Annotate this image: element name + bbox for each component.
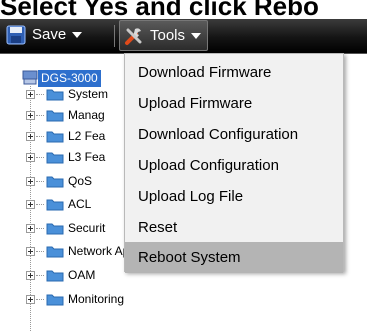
folder-icon [46,176,64,188]
folder-icon [46,246,64,258]
tools-dropdown-menu: Download Firmware Upload Firmware Downlo… [124,53,344,273]
expand-icon[interactable] [26,223,35,233]
folder-icon [46,223,64,235]
tools-label: Tools [150,27,186,44]
tree-item-label: Securit [68,221,106,235]
expand-icon[interactable] [26,131,35,141]
tree-item-monitoring[interactable]: Monitoring [0,288,367,310]
tree-item-label: QoS [68,174,93,188]
expand-icon[interactable] [26,110,35,120]
chevron-down-icon [72,31,83,38]
menu-item-reboot-system[interactable]: Reboot System [125,242,343,273]
folder-icon [46,294,64,306]
tools-button[interactable]: Tools [119,20,209,51]
expand-icon[interactable] [26,246,35,256]
expand-icon[interactable] [26,152,35,162]
expand-icon[interactable] [26,199,35,209]
expand-icon[interactable] [26,270,35,280]
save-button[interactable]: Save [6,21,83,48]
toolbar-separator [114,25,115,47]
folder-icon [46,152,64,164]
tree-item-label: Monitoring [68,292,125,306]
tree-item-label: System [68,87,109,101]
menu-item-download-firmware[interactable]: Download Firmware [125,57,343,88]
folder-icon [46,110,64,122]
menu-item-upload-firmware[interactable]: Upload Firmware [125,88,343,119]
menu-item-reset[interactable]: Reset [125,212,343,243]
expand-icon[interactable] [26,176,35,186]
folder-icon [46,270,64,282]
tree-item-label: L2 Fea [68,129,106,143]
chevron-down-icon [191,32,202,39]
tree-item-label: ACL [68,197,92,211]
tree-item-label: OAM [68,268,96,282]
menu-item-download-configuration[interactable]: Download Configuration [125,119,343,150]
toolbar: Save Tools [0,19,367,54]
folder-icon [46,89,64,101]
folder-icon [46,199,64,211]
menu-item-upload-configuration[interactable]: Upload Configuration [125,150,343,181]
tree-item-label: L3 Fea [68,150,106,164]
floppy-disk-icon [6,25,26,44]
expand-icon[interactable] [26,294,35,304]
folder-icon [46,131,64,143]
save-label: Save [32,26,67,43]
menu-item-upload-log-file[interactable]: Upload Log File [125,181,343,212]
tools-icon [125,27,142,45]
tree-item-label: Manag [68,108,105,122]
expand-icon[interactable] [26,89,35,99]
